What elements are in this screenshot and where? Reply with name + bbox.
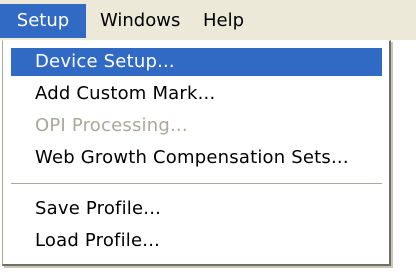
menu-separator — [11, 183, 382, 185]
menu-item-add-custom-mark[interactable]: Add Custom Mark... — [11, 80, 382, 108]
menu-windows[interactable]: Windows — [100, 4, 180, 38]
application-window: Setup Windows Help Device Setup... Add C… — [0, 0, 416, 272]
menu-setup[interactable]: Setup — [0, 4, 86, 38]
menu-item-save-profile[interactable]: Save Profile... — [11, 195, 382, 223]
menu-help[interactable]: Help — [203, 4, 244, 38]
menu-item-web-growth-compensation-sets[interactable]: Web Growth Compensation Sets... — [11, 144, 382, 172]
setup-dropdown-menu: Device Setup... Add Custom Mark... OPI P… — [2, 40, 391, 266]
menu-item-load-profile[interactable]: Load Profile... — [11, 227, 382, 255]
menu-bar: Setup Windows Help — [0, 0, 416, 40]
menu-item-device-setup[interactable]: Device Setup... — [11, 48, 382, 76]
menu-item-opi-processing: OPI Processing... — [35, 115, 188, 136]
